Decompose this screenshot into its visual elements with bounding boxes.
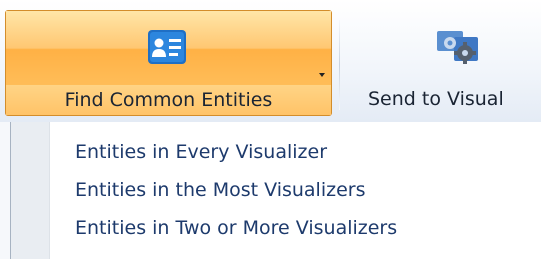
id-card-icon — [148, 30, 186, 64]
menu-item-every-visualizer[interactable]: Entities in Every Visualizer — [49, 133, 539, 171]
ribbon-separator — [339, 20, 340, 110]
ribbon: Find Common Entities Send to Visual — [0, 0, 541, 122]
menu-item-two-or-more-visualizers[interactable]: Entities in Two or More Visualizers — [49, 209, 539, 247]
find-common-entities-main[interactable] — [6, 11, 331, 86]
send-to-visual-label[interactable]: Send to Visual — [368, 84, 504, 114]
dropdown-arrow-icon[interactable] — [319, 73, 325, 77]
gears-icon — [437, 31, 478, 64]
find-common-entities-button[interactable]: Find Common Entities — [5, 10, 332, 116]
menu-item-most-visualizers[interactable]: Entities in the Most Visualizers — [49, 171, 539, 209]
find-common-entities-label[interactable]: Find Common Entities — [6, 85, 331, 115]
find-common-entities-menu: Entities in Every Visualizer Entities in… — [10, 122, 541, 259]
send-to-visual-button[interactable]: Send to Visual — [346, 10, 541, 116]
menu-icon-gutter — [11, 122, 50, 259]
